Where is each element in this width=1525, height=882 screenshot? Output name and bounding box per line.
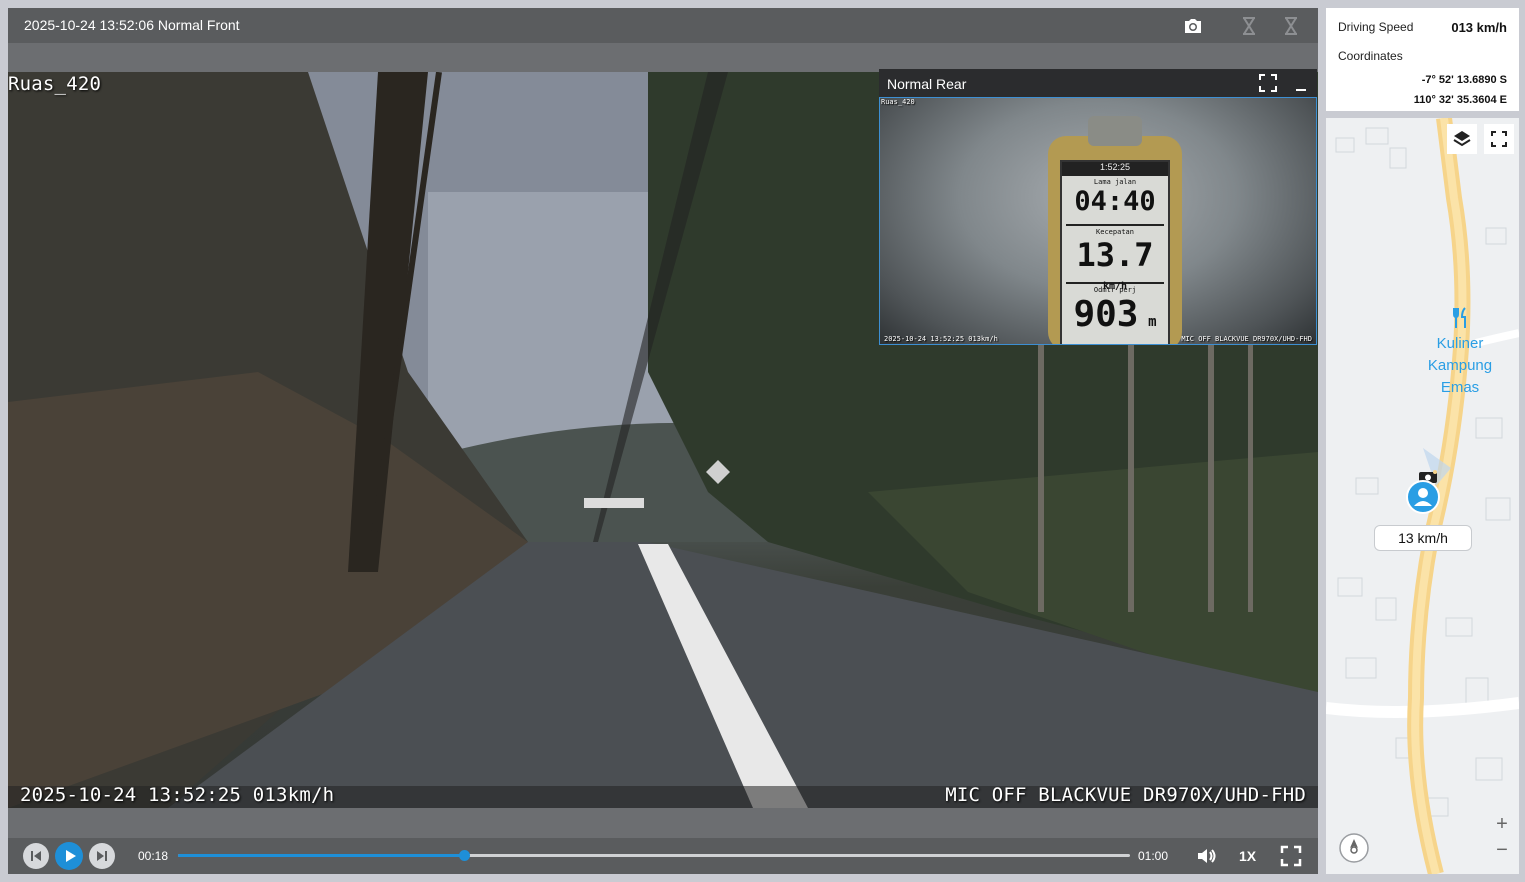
gps-antenna bbox=[1088, 116, 1142, 146]
driving-speed-label: Driving Speed bbox=[1338, 20, 1414, 34]
map-fullscreen-button[interactable] bbox=[1484, 124, 1514, 154]
video-title: 2025-10-24 13:52:06 Normal Front bbox=[24, 17, 240, 33]
video-player: 2025-10-24 13:52:06 Normal Front Ruas_42… bbox=[8, 8, 1318, 874]
player-title-bar: 2025-10-24 13:52:06 Normal Front bbox=[8, 8, 1318, 43]
poi-label[interactable]: Kuliner Kampung Emas bbox=[1418, 333, 1502, 399]
driving-speed-value: 013 km/h bbox=[1451, 20, 1507, 35]
device-model-overlay: MIC OFF BLACKVUE DR970X/UHD-FHD bbox=[945, 784, 1306, 806]
compass-icon[interactable] bbox=[1338, 832, 1370, 864]
camera-icon[interactable] bbox=[1181, 14, 1205, 38]
rear-timestamp-overlay: 2025-10-24 13:52:25 013km/h bbox=[884, 335, 998, 343]
rear-device-overlay: MIC OFF BLACKVUE DR970X/UHD-FHD bbox=[1181, 335, 1312, 343]
map-speed-tag: 13 km/h bbox=[1374, 525, 1472, 551]
timestamp-speed-overlay: 2025-10-24 13:52:25 013km/h bbox=[20, 784, 335, 806]
playback-speed-button[interactable]: 1X bbox=[1239, 848, 1256, 864]
longitude-value: 110° 32' 35.3604 E bbox=[1413, 94, 1507, 106]
step-back-icon bbox=[31, 851, 41, 861]
minimize-icon[interactable] bbox=[1293, 74, 1309, 92]
gps-clock: 1:52:25 bbox=[1062, 162, 1168, 176]
map-view[interactable]: Kuliner Kampung Emas 13 km/h + − bbox=[1326, 118, 1519, 874]
camera-name-overlay: Ruas_420 bbox=[8, 73, 102, 95]
gps-value: 13.7 bbox=[1076, 236, 1154, 274]
previous-frame-button[interactable] bbox=[23, 843, 49, 869]
layers-icon bbox=[1453, 131, 1471, 147]
gps-label: Lama jalan bbox=[1093, 178, 1137, 186]
rear-pip-title: Normal Rear bbox=[887, 76, 967, 92]
volume-icon[interactable] bbox=[1195, 845, 1217, 867]
play-icon bbox=[66, 850, 76, 862]
gps-device-image: 1:52:25 Lama jalan 04:40 Kecepatan 13.7 … bbox=[1048, 116, 1182, 344]
poi-name-line: Kuliner bbox=[1436, 335, 1484, 352]
expand-icon[interactable] bbox=[1259, 74, 1277, 92]
gps-row-speed: Kecepatan 13.7 km/h bbox=[1066, 228, 1164, 292]
hourglass-icon[interactable] bbox=[1279, 14, 1303, 38]
layers-button[interactable] bbox=[1447, 124, 1477, 154]
zoom-out-button[interactable]: − bbox=[1489, 838, 1515, 864]
total-time: 01:00 bbox=[1138, 849, 1169, 863]
poi-name-line: Kampung bbox=[1427, 357, 1493, 374]
gps-value: 903 bbox=[1073, 294, 1139, 335]
poi-name-line: Emas bbox=[1440, 379, 1480, 396]
step-forward-icon bbox=[97, 851, 107, 861]
hourglass-icon[interactable] bbox=[1237, 14, 1261, 38]
gps-label: Kecepatan bbox=[1096, 228, 1134, 236]
progress-slider[interactable] bbox=[178, 850, 1130, 861]
coordinates-label: Coordinates bbox=[1338, 49, 1403, 63]
title-spacer bbox=[8, 43, 1318, 72]
rear-camera-view: Ruas_420 1:52:25 Lama jalan 04:40 Kecepa… bbox=[879, 97, 1317, 345]
gps-row-time: Lama jalan 04:40 bbox=[1066, 178, 1164, 226]
gps-label: Odmtr perj bbox=[1093, 286, 1137, 294]
zoom-in-button[interactable]: + bbox=[1489, 812, 1515, 838]
playback-controls: 00:18 01:00 1X bbox=[8, 838, 1318, 874]
current-time: 00:18 bbox=[138, 849, 169, 863]
fullscreen-icon bbox=[1491, 131, 1507, 147]
rear-pip-header: Normal Rear bbox=[879, 69, 1317, 97]
progress-handle[interactable] bbox=[458, 850, 470, 861]
progress-fill bbox=[178, 854, 464, 857]
gps-value: 04:40 bbox=[1074, 186, 1156, 217]
gps-screen: 1:52:25 Lama jalan 04:40 Kecepatan 13.7 … bbox=[1060, 160, 1170, 344]
play-button[interactable] bbox=[55, 842, 83, 870]
gps-row-distance: Odmtr perj 903 m bbox=[1066, 286, 1164, 344]
next-frame-button[interactable] bbox=[89, 843, 115, 869]
gps-unit: m bbox=[1148, 314, 1157, 330]
rear-camera-pip[interactable]: Normal Rear Ruas_420 1:52:25 Lama jalan … bbox=[879, 69, 1317, 345]
telemetry-panel: Driving Speed 013 km/h Coordinates -7° 5… bbox=[1326, 8, 1519, 111]
restaurant-icon bbox=[1451, 306, 1471, 330]
latitude-value: -7° 52' 13.6890 S bbox=[1421, 74, 1507, 86]
fullscreen-icon[interactable] bbox=[1280, 845, 1302, 867]
rear-camera-name-overlay: Ruas_420 bbox=[881, 98, 915, 106]
vehicle-position-marker[interactable] bbox=[1406, 480, 1440, 514]
